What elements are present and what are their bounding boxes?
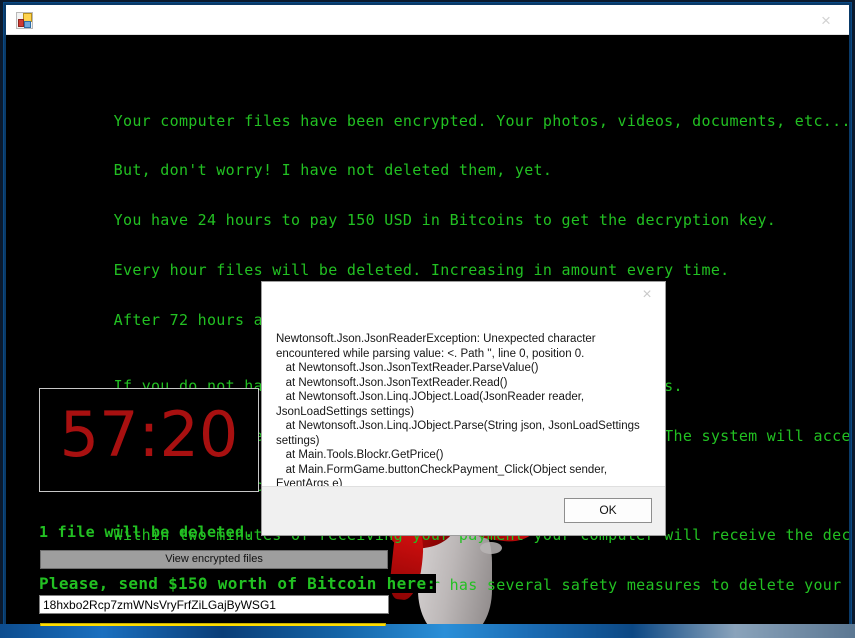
exception-dialog: × Newtonsoft.Json.JsonReaderException: U…	[261, 281, 666, 536]
ransom-line-2: But, don't worry! I have not deleted the…	[113, 161, 553, 180]
ransom-line-3: You have 24 hours to pay 150 USD in Bitc…	[113, 211, 777, 230]
screen: × Your computer files have been encrypte…	[0, 0, 855, 638]
ransom-line-1: Your computer files have been encrypted.…	[113, 111, 849, 130]
file-deletion-notice: 1 file will be deleted.	[39, 523, 254, 541]
countdown-timer-value: 57:20	[59, 398, 239, 471]
windows-taskbar[interactable]	[0, 624, 855, 638]
ransom-note-body: Your computer files have been encrypted.…	[6, 35, 849, 626]
dialog-ok-button[interactable]: OK	[564, 498, 652, 523]
payment-prompt-text: Please, send $150 worth of Bitcoin here:	[39, 574, 437, 593]
ransomware-window: × Your computer files have been encrypte…	[3, 2, 852, 627]
app-squares-icon	[16, 12, 33, 29]
window-title-bar: ×	[6, 5, 849, 35]
bitcoin-address-input[interactable]	[39, 595, 389, 614]
view-encrypted-files-button[interactable]: View encrypted files	[40, 550, 388, 569]
dialog-exception-message: Newtonsoft.Json.JsonReaderException: Une…	[276, 333, 640, 490]
made-payment-button[interactable]: I made a payment, now give me back my fi…	[40, 623, 386, 626]
dialog-title-bar: ×	[262, 282, 665, 310]
window-close-icon[interactable]: ×	[817, 12, 835, 30]
countdown-timer-panel: 57:20	[39, 388, 259, 492]
ransom-line-4: Every hour files will be deleted. Increa…	[113, 260, 730, 279]
dialog-footer: OK	[262, 486, 665, 535]
dialog-close-icon[interactable]: ×	[638, 286, 656, 304]
app-icon-blue-square	[24, 21, 31, 28]
